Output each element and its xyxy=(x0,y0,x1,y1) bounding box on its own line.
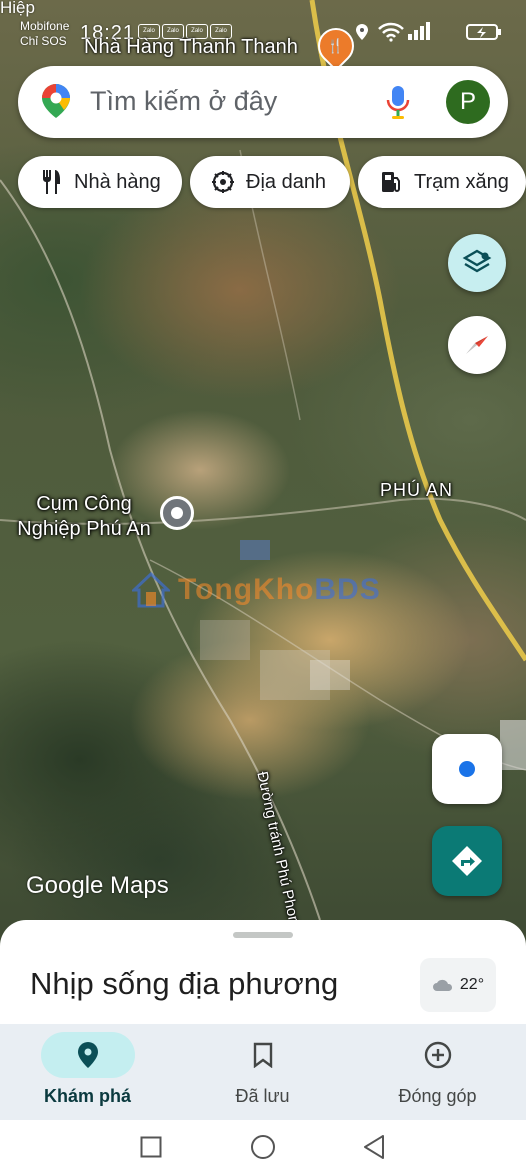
explore-pin-icon xyxy=(78,1042,98,1068)
poi-label-restaurant[interactable]: Nhà Hàng Thanh Thanh xyxy=(84,36,298,59)
compass-button[interactable] xyxy=(448,316,506,374)
landmark-icon xyxy=(210,169,236,195)
chip-label: Nhà hàng xyxy=(74,170,161,193)
place-pin[interactable] xyxy=(160,496,194,530)
my-location-icon xyxy=(459,761,475,777)
directions-button[interactable] xyxy=(432,826,502,896)
gas-station-icon xyxy=(378,169,404,195)
back-icon[interactable] xyxy=(362,1134,386,1160)
bottom-nav: Khám phá Đã lưu Đóng góp xyxy=(0,1024,526,1120)
home-icon[interactable] xyxy=(250,1134,276,1160)
nav-label: Khám phá xyxy=(43,1086,131,1106)
layers-icon xyxy=(462,249,492,273)
nav-saved-indicator xyxy=(216,1032,310,1078)
nav-explore-indicator xyxy=(41,1032,135,1078)
map-label-industrial-cluster[interactable]: Cụm Công Nghiệp Phú An xyxy=(6,492,162,542)
weather-chip[interactable]: 22° xyxy=(420,958,496,1012)
map-label-area: PHÚ AN xyxy=(380,480,454,500)
system-navigation-bar xyxy=(0,1120,526,1175)
nav-label: Đóng góp xyxy=(398,1086,477,1106)
nav-contribute[interactable]: Đóng góp xyxy=(350,1024,525,1120)
watermark-part2: BDS xyxy=(314,573,381,606)
location-icon xyxy=(356,24,368,40)
carrier-name: Mobifone xyxy=(20,19,70,33)
google-maps-icon xyxy=(42,84,70,118)
nav-saved[interactable]: Đã lưu xyxy=(175,1024,350,1120)
sheet-drag-handle[interactable] xyxy=(233,932,293,938)
chip-label: Địa danh xyxy=(246,170,327,193)
bookmark-icon xyxy=(253,1042,273,1068)
layers-button[interactable] xyxy=(448,234,506,292)
google-maps-logo: Google Maps xyxy=(26,872,169,899)
search-input[interactable]: Tìm kiếm ở đây xyxy=(90,86,277,117)
carrier-label: Hiệp xyxy=(0,0,35,17)
cloud-icon xyxy=(432,979,452,991)
watermark: TongKhoBDS xyxy=(178,573,381,607)
fork-knife-icon xyxy=(38,169,64,195)
sos-label: Chỉ SOS xyxy=(20,34,67,48)
sheet-title: Nhịp sống địa phương xyxy=(30,966,339,1001)
nav-explore[interactable]: Khám phá xyxy=(0,1024,175,1120)
battery-icon xyxy=(466,24,501,40)
nav-contribute-indicator xyxy=(391,1032,485,1078)
chip-label: Trạm xăng xyxy=(414,170,509,193)
chip-restaurants[interactable]: Nhà hàng xyxy=(18,156,182,208)
add-circle-icon xyxy=(424,1041,452,1069)
recents-icon[interactable] xyxy=(140,1136,162,1158)
restaurant-icon: 🍴 xyxy=(326,37,345,54)
watermark-house-icon xyxy=(132,572,170,608)
directions-icon xyxy=(452,846,482,876)
my-location-button[interactable] xyxy=(432,734,502,804)
weather-temp: 22° xyxy=(459,976,485,993)
mic-icon[interactable] xyxy=(386,84,410,120)
compass-icon xyxy=(466,336,488,354)
signal-icon xyxy=(408,22,430,40)
chip-landmarks[interactable]: Địa danh xyxy=(190,156,350,208)
nav-label: Đã lưu xyxy=(235,1086,290,1106)
chip-gas-stations[interactable]: Trạm xăng xyxy=(358,156,526,208)
search-bar[interactable]: Tìm kiếm ở đây P xyxy=(18,66,508,138)
watermark-part1: TongKho xyxy=(178,573,315,606)
avatar[interactable]: P xyxy=(446,80,490,124)
wifi-icon xyxy=(378,22,404,42)
